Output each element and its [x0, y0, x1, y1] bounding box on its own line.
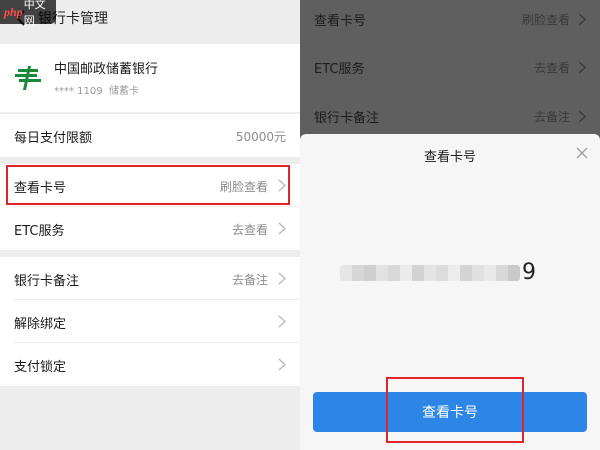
row-label: 查看卡号 — [14, 181, 67, 196]
view-card-number-button[interactable]: 查看卡号 — [313, 392, 587, 432]
chevron-right-icon — [278, 179, 286, 192]
postal-savings-logo-icon — [15, 66, 41, 90]
row-payment-lock[interactable]: 支付锁定 — [0, 343, 300, 386]
chevron-right-icon — [278, 222, 286, 235]
row-label: ETC服务 — [14, 224, 65, 239]
row-label: 银行卡备注 — [14, 274, 80, 289]
blurred-digits — [340, 265, 520, 281]
view-card-number-sheet-screen: 查看卡号 刷脸查看 ETC服务 去查看 银行卡备注 去备注 查看卡号 9 查看卡… — [300, 0, 600, 450]
bank-card-management-screen: 银行卡管理 php 中文网 中国邮政储蓄银行 **** 1109 储蓄卡 每日支… — [0, 0, 300, 450]
row-unbind[interactable]: 解除绑定 — [0, 300, 300, 343]
row-etc-service[interactable]: ETC服务 去查看 — [0, 207, 300, 250]
row-value: 去备注 — [231, 273, 268, 287]
chevron-right-icon — [278, 315, 286, 328]
sheet-title: 查看卡号 — [423, 150, 476, 165]
row-label: 银行卡备注 — [314, 111, 380, 126]
close-icon[interactable] — [576, 147, 588, 159]
row-label: 解除绑定 — [14, 317, 67, 332]
dimmed-row-view-card-number: 查看卡号 刷脸查看 — [300, 0, 600, 44]
chevron-right-icon — [578, 61, 586, 74]
card-type: 储蓄卡 — [109, 86, 139, 97]
row-value: 去查看 — [231, 223, 268, 237]
chevron-right-icon — [278, 358, 286, 371]
row-label: 支付锁定 — [14, 360, 67, 375]
row-daily-limit[interactable]: 每日支付限额 50000元 — [0, 114, 300, 157]
site-watermark: php 中文网 — [0, 0, 56, 27]
dimmed-row-etc-service: ETC服务 去查看 — [300, 48, 600, 92]
row-value: 刷脸查看 — [521, 13, 570, 27]
bank-card-summary: 中国邮政储蓄银行 **** 1109 储蓄卡 — [0, 44, 300, 112]
row-value: 50000元 — [235, 130, 286, 144]
row-value: 去查看 — [533, 61, 570, 75]
bank-card-meta: **** 1109 储蓄卡 — [54, 82, 139, 97]
row-card-note[interactable]: 银行卡备注 去备注 — [0, 257, 300, 300]
masked-card-number: **** 1109 — [54, 86, 103, 97]
masked-card-number: 9 — [340, 261, 550, 285]
chevron-right-icon — [578, 110, 586, 123]
row-label: 每日支付限额 — [14, 131, 93, 146]
card-last-digit: 9 — [522, 260, 536, 285]
watermark-suffix: 中文网 — [23, 0, 46, 27]
chevron-right-icon — [578, 13, 586, 26]
row-label: ETC服务 — [314, 62, 365, 77]
watermark-brand: php — [4, 4, 23, 19]
row-value: 刷脸查看 — [219, 180, 268, 194]
bank-name: 中国邮政储蓄银行 — [54, 62, 159, 77]
row-value: 去备注 — [533, 110, 570, 124]
row-view-card-number[interactable]: 查看卡号 刷脸查看 — [0, 164, 300, 207]
row-label: 查看卡号 — [314, 14, 367, 29]
bottom-sheet: 查看卡号 9 查看卡号 — [300, 134, 600, 450]
chevron-right-icon — [278, 272, 286, 285]
